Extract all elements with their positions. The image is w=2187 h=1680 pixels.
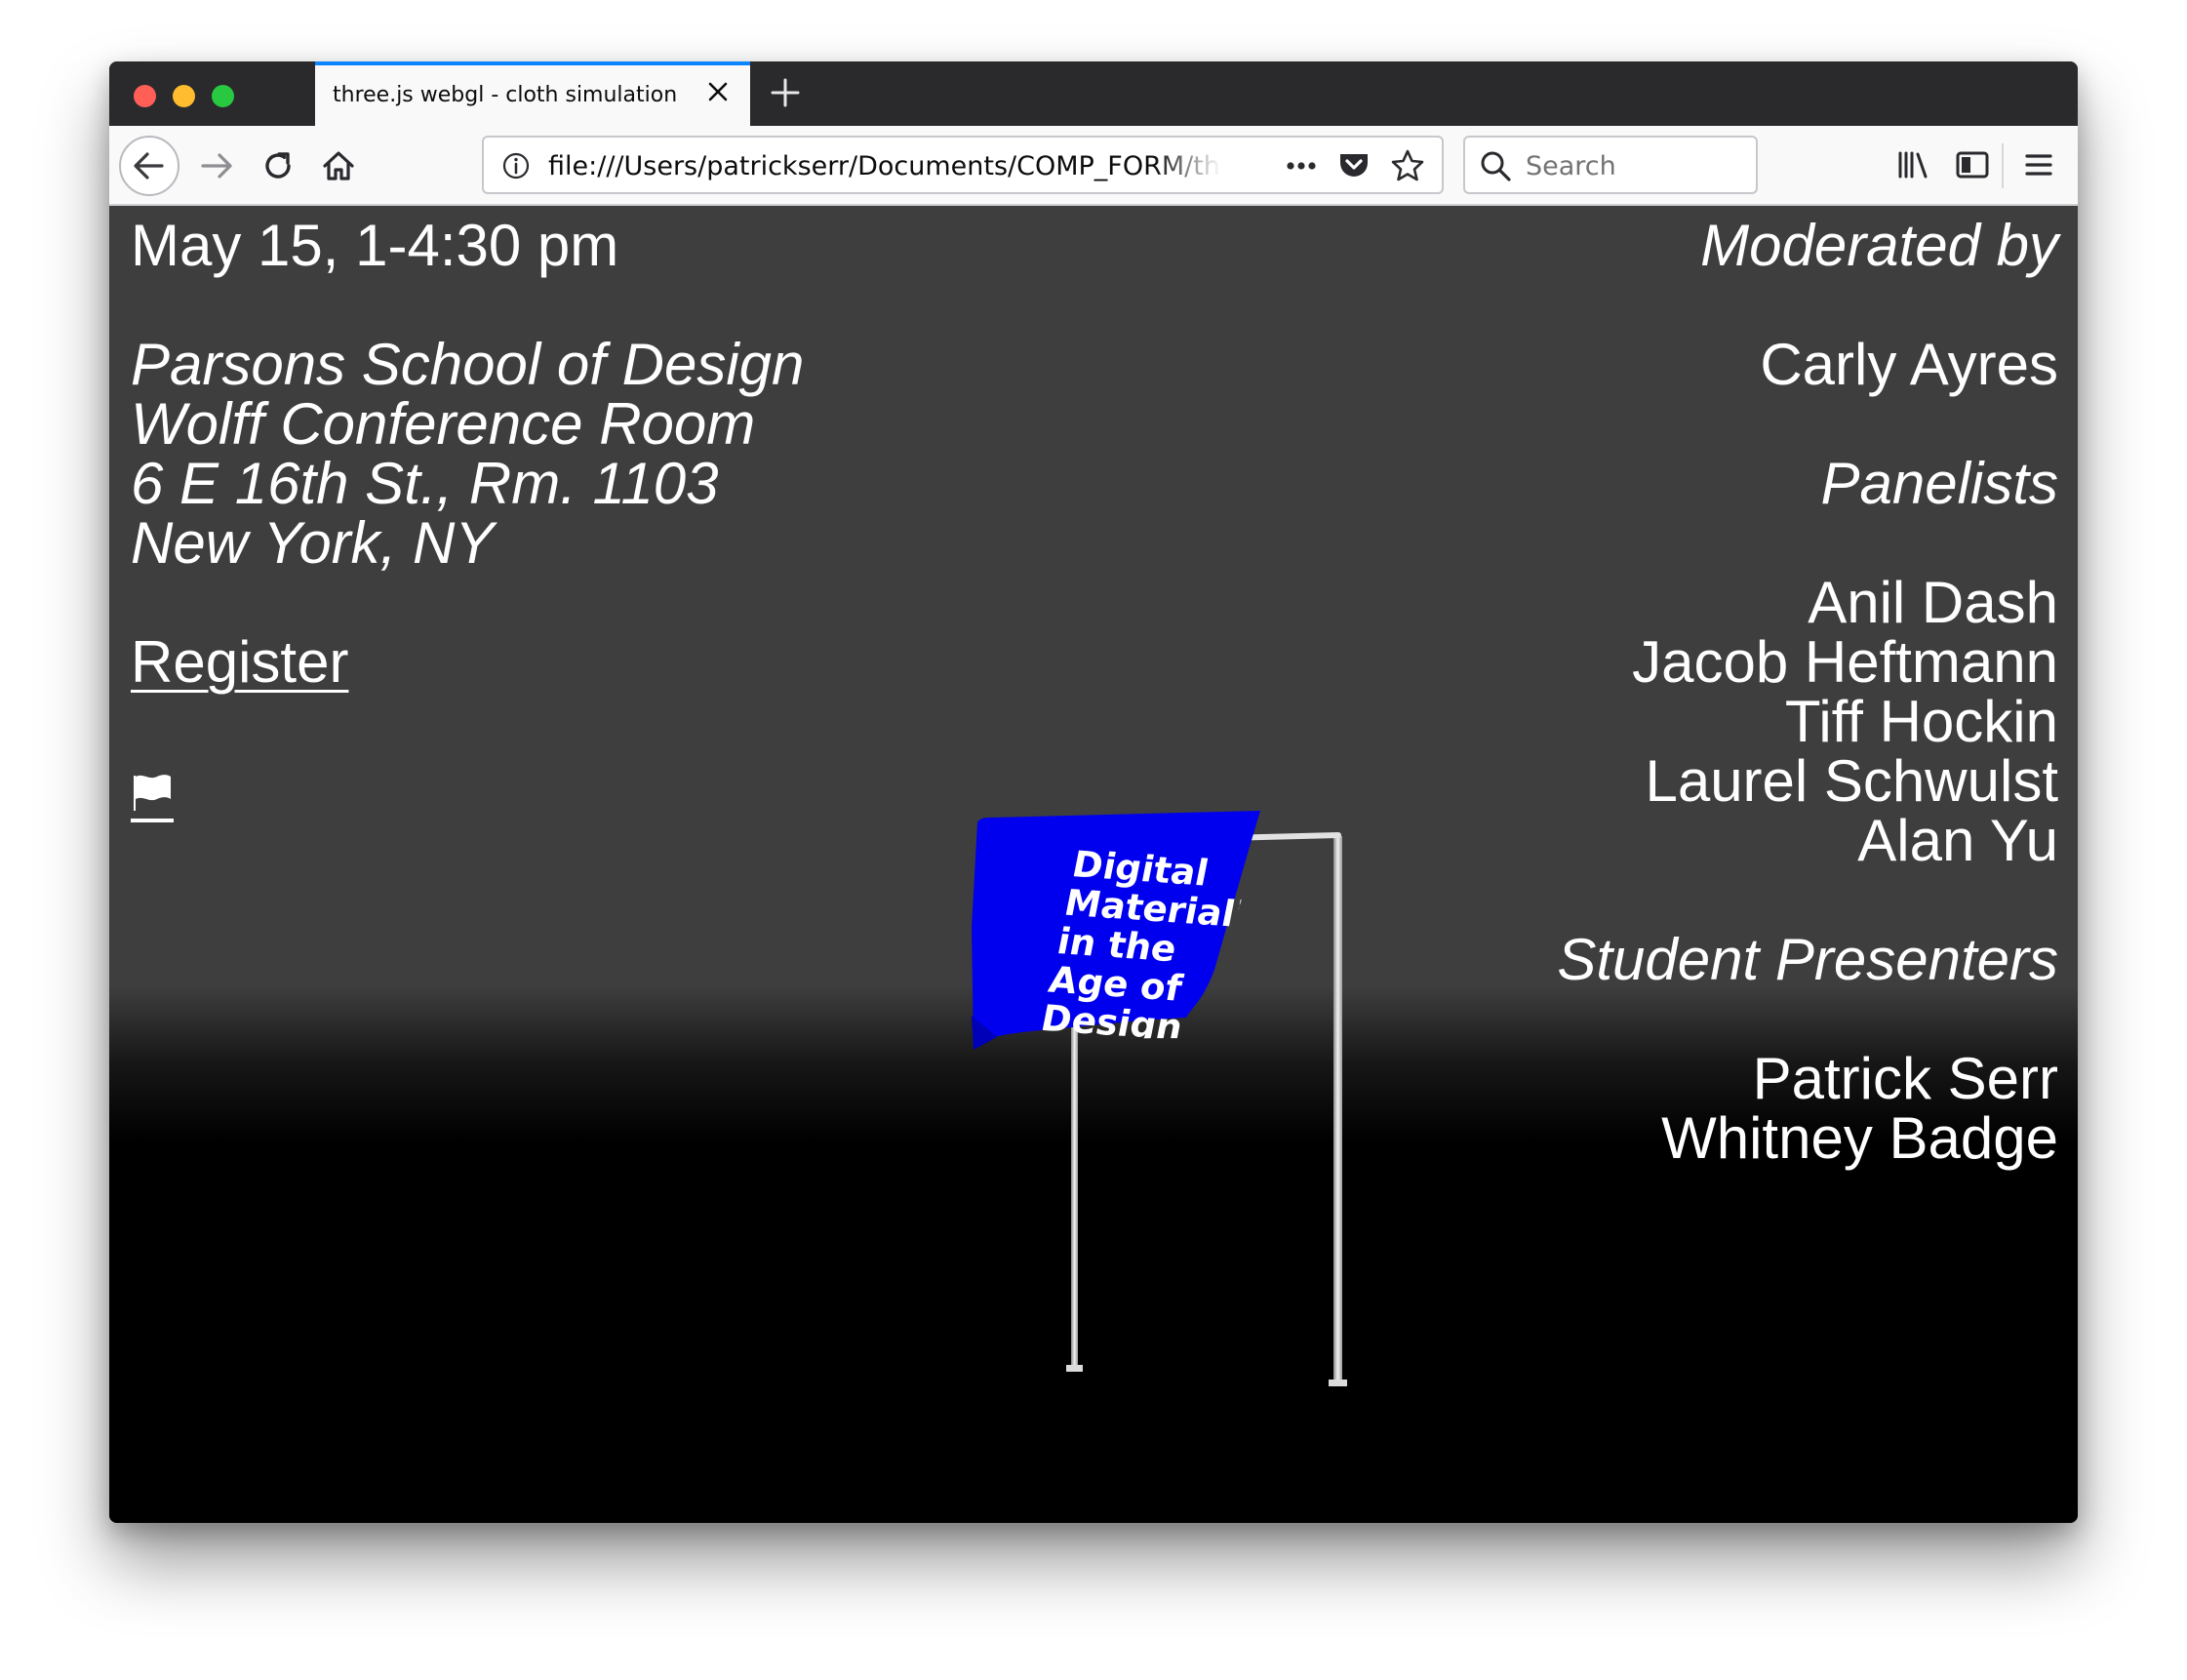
library-icon[interactable]	[1894, 145, 1933, 184]
tab-title: three.js webgl - cloth simulation	[333, 83, 678, 107]
moderated-heading: Moderated by	[1700, 213, 2058, 278]
new-tab-icon[interactable]	[768, 75, 803, 110]
panelist-name: Tiff Hockin	[1784, 689, 2058, 754]
flag-pole-base	[1329, 1380, 1347, 1386]
page-content: May 15, 1-4:30 pm Parsons School of Desi…	[109, 206, 2078, 1523]
register-link[interactable]: Register	[131, 632, 804, 692]
panelist-name: Laurel Schwulst	[1645, 748, 2058, 814]
panelist-name: Alan Yu	[1857, 808, 2058, 873]
panelists-heading: Panelists	[1820, 451, 2058, 516]
info-icon[interactable]	[501, 151, 531, 180]
flag-pole-base	[1066, 1365, 1083, 1372]
url-text: file:///Users/patrickserr/Documents/COMP…	[548, 151, 1221, 181]
back-icon[interactable]	[117, 134, 181, 198]
search-input[interactable]: Search	[1526, 151, 1616, 181]
student-name: Patrick Serr	[1752, 1046, 2058, 1111]
venue-line: Wolff Conference Room	[131, 391, 756, 457]
moderator-name: Carly Ayres	[1760, 332, 2058, 397]
venue-line: Parsons School of Design	[131, 332, 805, 397]
event-details: May 15, 1-4:30 pm Parsons School of Desi…	[131, 216, 804, 692]
tab-active[interactable]: three.js webgl - cloth simulation	[315, 61, 750, 126]
search-icon	[1481, 151, 1511, 181]
bookmark-star-icon[interactable]	[1389, 147, 1426, 184]
browser-window: three.js webgl - cloth simulation file:/…	[109, 61, 2078, 1523]
students-heading: Student Presenters	[1557, 927, 2058, 992]
cloth-flag-scene[interactable]: Digital Materiality in the Age of Design…	[890, 694, 1377, 1435]
home-icon[interactable]	[318, 145, 359, 186]
url-bar[interactable]: file:///Users/patrickserr/Documents/COMP…	[482, 136, 1444, 194]
sidebar-icon[interactable]	[1953, 145, 1992, 184]
window-close-button[interactable]	[134, 85, 156, 107]
panelist-name: Jacob Heftmann	[1632, 629, 2058, 695]
student-name: Whitney Badge	[1661, 1105, 2058, 1171]
window-maximize-button[interactable]	[212, 85, 234, 107]
toolbar-divider	[2002, 143, 2004, 188]
venue-line: 6 E 16th St., Rm. 1103	[131, 451, 719, 516]
reload-icon[interactable]	[258, 145, 298, 186]
pocket-icon[interactable]	[1336, 149, 1372, 182]
event-date: May 15, 1-4:30 pm	[131, 213, 619, 278]
panelist-name: Anil Dash	[1808, 570, 2058, 635]
menu-icon[interactable]	[2019, 145, 2058, 184]
window-minimize-button[interactable]	[173, 85, 195, 107]
flag-text-line: Design	[1042, 997, 1181, 1049]
page-actions-icon[interactable]	[1282, 151, 1321, 180]
speakers-list: Moderated by Carly Ayres Panelists Anil …	[1557, 216, 2058, 1168]
tab-strip: three.js webgl - cloth simulation	[109, 61, 2078, 126]
venue-line: New York, NY	[131, 510, 495, 576]
close-tab-icon[interactable]	[703, 77, 733, 106]
nav-bar: file:///Users/patrickserr/Documents/COMP…	[109, 126, 2078, 206]
flag-icon[interactable]	[131, 772, 174, 826]
flag-pole-right	[1333, 836, 1342, 1385]
flag-text-line: Systems	[1034, 1035, 1206, 1089]
search-bar[interactable]: Search	[1463, 136, 1758, 194]
forward-icon[interactable]	[197, 145, 238, 186]
